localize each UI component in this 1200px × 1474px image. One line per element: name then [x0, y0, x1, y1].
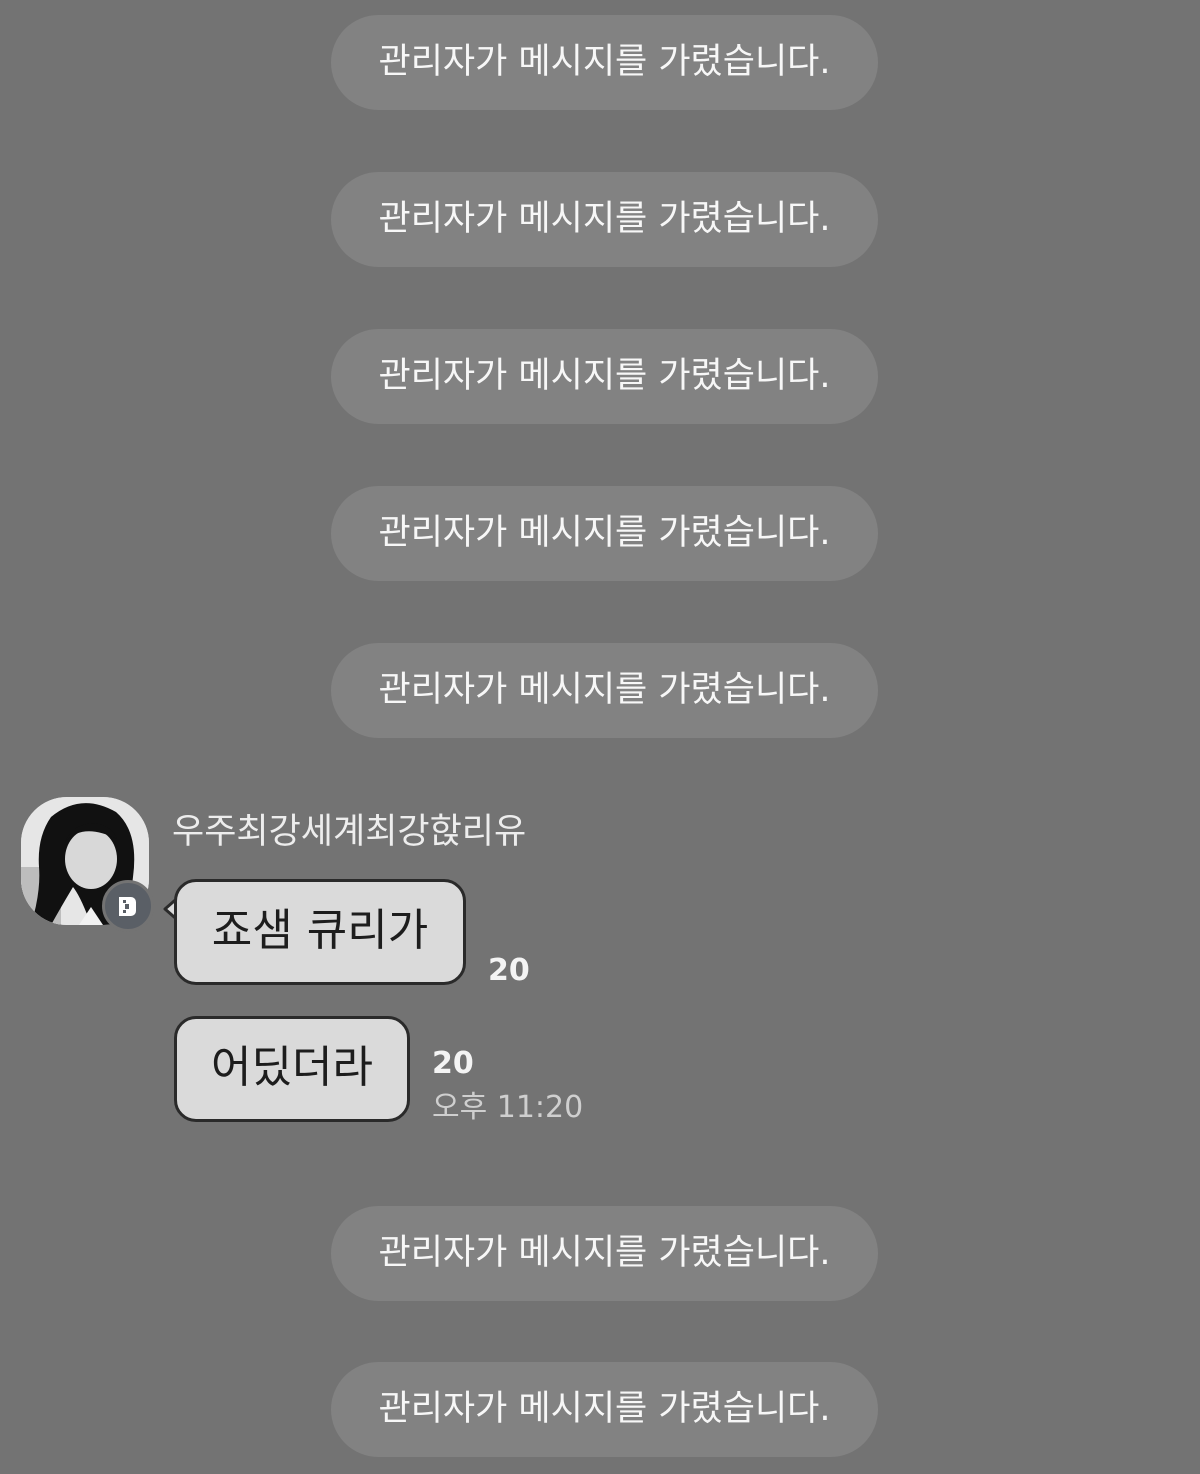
message-bubble[interactable]: 어딨더라	[174, 1016, 410, 1122]
message-bubble[interactable]: 죠샘 큐리가	[174, 879, 466, 985]
hidden-message-notice: 관리자가 메시지를 가렸습니다.	[331, 643, 878, 738]
hidden-message-notice: 관리자가 메시지를 가렸습니다.	[331, 15, 878, 110]
hidden-message-notice: 관리자가 메시지를 가렸습니다.	[331, 486, 878, 581]
hidden-message-notice: 관리자가 메시지를 가렸습니다.	[331, 1206, 878, 1301]
unread-count: 20	[432, 1046, 474, 1081]
host-crown-icon	[102, 880, 154, 932]
hidden-message-notice: 관리자가 메시지를 가렸습니다.	[331, 329, 878, 424]
sender-name: 우주최강세계최강핝리유	[172, 812, 527, 852]
unread-count: 20	[488, 953, 530, 988]
chat-room: 관리자가 메시지를 가렸습니다. 관리자가 메시지를 가렸습니다. 관리자가 메…	[0, 0, 1200, 1474]
hidden-message-notice: 관리자가 메시지를 가렸습니다.	[331, 172, 878, 267]
hidden-message-notice: 관리자가 메시지를 가렸습니다.	[331, 1362, 878, 1457]
message-time: 오후 11:20	[432, 1090, 584, 1125]
